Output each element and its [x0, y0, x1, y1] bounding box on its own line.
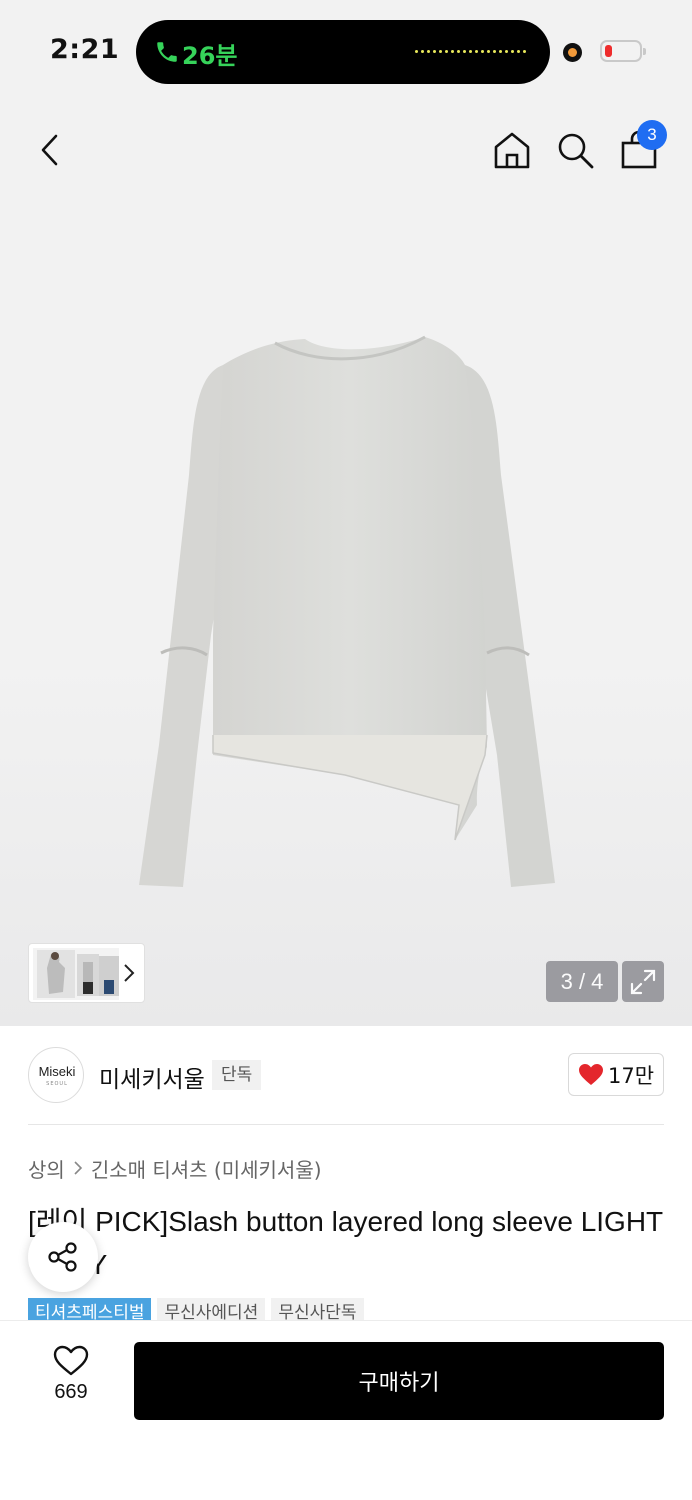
- wishlist-count: 669: [54, 1381, 88, 1403]
- breadcrumb-category[interactable]: 상의: [28, 1154, 65, 1183]
- wishlist-button[interactable]: 669: [36, 1345, 106, 1415]
- call-duration: 26분: [182, 42, 238, 70]
- status-bar: 2:21 26분: [0, 0, 692, 100]
- exclusive-badge: 단독: [212, 1060, 262, 1090]
- home-icon: [494, 132, 530, 169]
- heart-filled-icon: [578, 1063, 603, 1085]
- thumbnail-strip[interactable]: [28, 943, 145, 1003]
- bottom-action-bar: 669 구매하기: [0, 1320, 692, 1500]
- divider: [28, 1124, 664, 1125]
- cart-count-badge: 3: [637, 120, 667, 150]
- product-image-gallery[interactable]: 3 3 / 4: [0, 100, 692, 1026]
- heart-outline-icon: [53, 1345, 89, 1376]
- breadcrumb: 상의 긴소매 티셔츠 (미세키서울): [28, 1154, 322, 1183]
- tag-exclusive[interactable]: 무신사단독: [271, 1298, 364, 1320]
- share-icon: [48, 1242, 77, 1272]
- brand-like-count: 17만: [607, 1063, 655, 1088]
- brand-row: Miseki SEOUL 미세키서울 단독 17만: [28, 1047, 664, 1103]
- audio-wave-indicator: [415, 50, 526, 53]
- chevron-right-icon: [73, 1157, 83, 1181]
- tag-festival[interactable]: 티셔츠페스티벌: [28, 1298, 152, 1320]
- product-tags: 티셔츠페스티벌 무신사에디션 무신사단독: [28, 1298, 364, 1320]
- chevron-right-icon: [124, 964, 135, 982]
- tag-edition[interactable]: 무신사에디션: [157, 1298, 266, 1320]
- brand-like-button[interactable]: 17만: [568, 1053, 664, 1096]
- brand-logo[interactable]: Miseki SEOUL: [28, 1047, 84, 1103]
- brand-logo-text: Miseki: [38, 1064, 76, 1079]
- expand-button[interactable]: [622, 961, 664, 1002]
- back-button[interactable]: [28, 128, 72, 172]
- share-button[interactable]: [28, 1222, 98, 1292]
- product-image: [139, 335, 555, 887]
- buy-button[interactable]: 구매하기: [134, 1342, 664, 1420]
- search-button[interactable]: [553, 128, 597, 172]
- battery-icon: [600, 40, 646, 62]
- expand-icon: [630, 969, 656, 994]
- product-title: [레이 PICK]Slash button layered long sleev…: [28, 1206, 663, 1280]
- thumbnail-images: [33, 948, 119, 1000]
- back-arrow-icon: [41, 134, 58, 166]
- search-icon: [558, 133, 594, 169]
- brand-name[interactable]: 미세키서울: [99, 1060, 205, 1094]
- microphone-indicator: [563, 43, 582, 62]
- dynamic-island[interactable]: 26분: [136, 20, 550, 84]
- home-button[interactable]: [490, 128, 534, 172]
- image-counter: 3 / 4: [546, 961, 618, 1002]
- status-time: 2:21: [50, 34, 120, 65]
- cart-button[interactable]: 3: [617, 120, 667, 172]
- phone-icon: [157, 42, 177, 62]
- breadcrumb-subcategory[interactable]: 긴소매 티셔츠 (미세키서울): [91, 1154, 322, 1183]
- brand-logo-subtext: SEOUL: [46, 1081, 68, 1087]
